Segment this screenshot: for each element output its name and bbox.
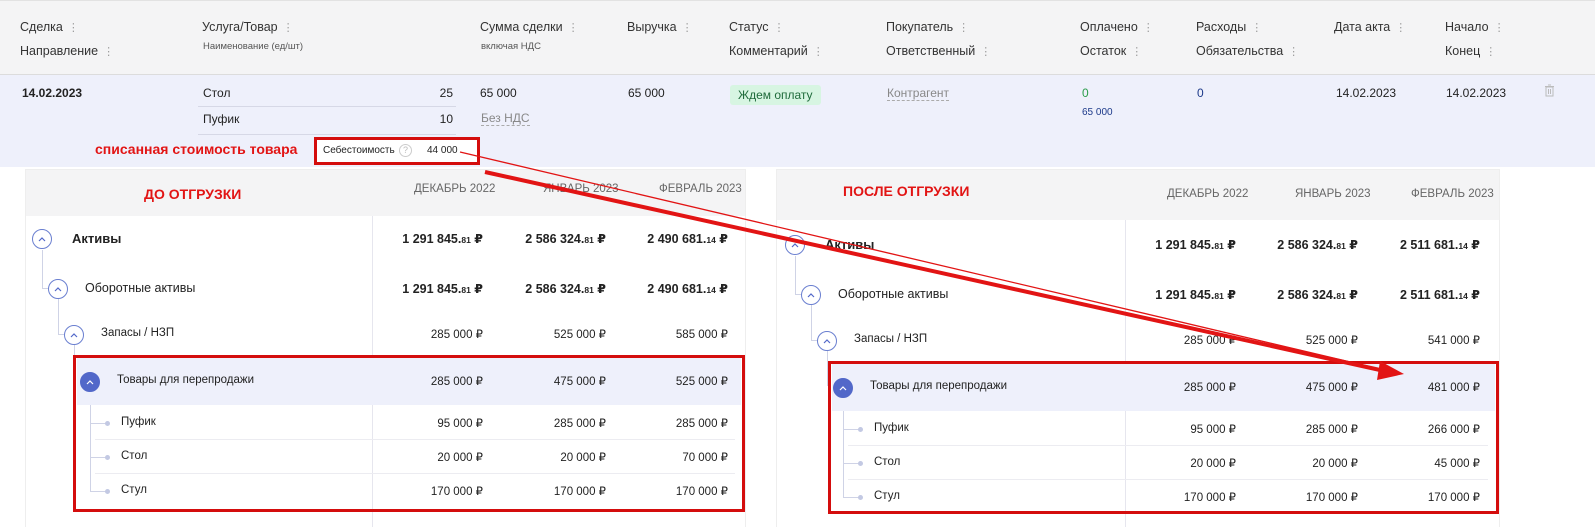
arrow-annotation: [459, 151, 1404, 380]
